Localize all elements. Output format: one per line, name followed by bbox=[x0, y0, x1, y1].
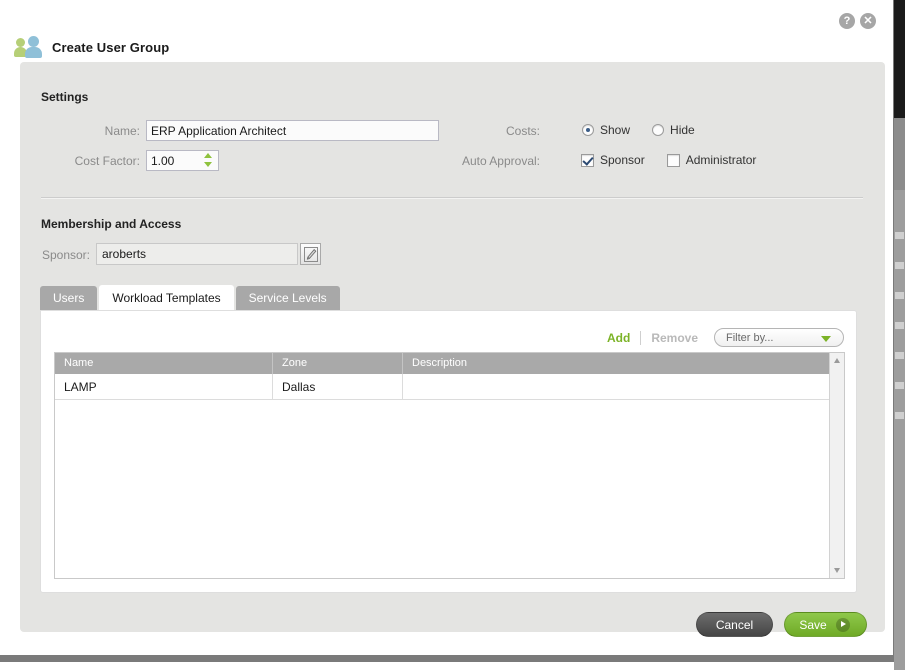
background-list-row bbox=[895, 232, 904, 239]
table-row[interactable]: LAMP Dallas bbox=[55, 374, 844, 400]
cell-zone: Dallas bbox=[273, 374, 403, 399]
auto-approval-sponsor-label: Sponsor bbox=[600, 153, 645, 167]
users-group-icon bbox=[14, 35, 44, 59]
membership-section-heading: Membership and Access bbox=[41, 217, 182, 231]
arrow-right-icon bbox=[835, 617, 850, 632]
create-user-group-dialog: ? ✕ Create User Group Settings Name: Cos… bbox=[0, 0, 894, 662]
background-list-row bbox=[895, 322, 904, 329]
background-mid-band bbox=[894, 118, 905, 190]
scroll-down-arrow-icon[interactable] bbox=[830, 563, 844, 578]
cost-factor-label: Cost Factor: bbox=[74, 154, 140, 168]
costs-radio-show[interactable] bbox=[582, 124, 594, 136]
background-page-strip bbox=[894, 0, 905, 670]
sponsor-label: Sponsor: bbox=[41, 248, 90, 262]
background-list-row bbox=[895, 262, 904, 269]
column-header-zone[interactable]: Zone bbox=[273, 353, 403, 374]
window-controls: ? ✕ bbox=[839, 13, 876, 29]
save-button[interactable]: Save bbox=[784, 612, 867, 637]
costs-radio-hide-label: Hide bbox=[670, 123, 695, 137]
costs-radio-hide[interactable] bbox=[652, 124, 665, 136]
table-toolbar: Add Remove Filter by... bbox=[597, 328, 844, 347]
pencil-glyph bbox=[304, 247, 318, 262]
sponsor-field-group bbox=[96, 243, 321, 265]
costs-radio-group: Show Hide bbox=[582, 123, 717, 137]
tab-service-levels[interactable]: Service Levels bbox=[235, 286, 340, 311]
workload-templates-panel: Add Remove Filter by... Name Zone Descri… bbox=[40, 310, 857, 593]
chevron-down-icon bbox=[821, 336, 831, 342]
pencil-edit-icon[interactable] bbox=[300, 243, 321, 265]
help-icon[interactable]: ? bbox=[839, 13, 855, 29]
costs-label: Costs: bbox=[505, 124, 540, 138]
name-input[interactable] bbox=[146, 120, 439, 141]
page-title: Create User Group bbox=[52, 39, 170, 55]
auto-approval-administrator-label: Administrator bbox=[685, 153, 757, 167]
scroll-up-arrow-icon[interactable] bbox=[830, 353, 844, 368]
tab-users[interactable]: Users bbox=[40, 286, 98, 311]
dialog-titlebar: ? ✕ Create User Group bbox=[0, 0, 894, 66]
cost-factor-spinner[interactable] bbox=[204, 153, 213, 168]
save-button-label: Save bbox=[799, 617, 827, 632]
tab-workload-templates[interactable]: Workload Templates bbox=[99, 285, 234, 311]
settings-section-heading: Settings bbox=[41, 90, 89, 104]
workload-templates-table: Name Zone Description LAMP Dallas bbox=[54, 352, 845, 579]
membership-tabs: Users Workload Templates Service Levels bbox=[40, 285, 342, 311]
add-button[interactable]: Add bbox=[597, 331, 640, 345]
background-list-row bbox=[895, 412, 904, 419]
spinner-down-icon[interactable] bbox=[204, 162, 212, 167]
background-list-row bbox=[895, 352, 904, 359]
close-icon[interactable]: ✕ bbox=[860, 13, 876, 29]
scroll-down-triangle bbox=[834, 568, 840, 573]
cost-factor-stepper[interactable] bbox=[146, 150, 219, 171]
costs-radio-show-label: Show bbox=[600, 123, 631, 137]
cancel-button[interactable]: Cancel bbox=[696, 612, 773, 637]
cell-description bbox=[403, 374, 844, 399]
table-header-row: Name Zone Description bbox=[55, 353, 844, 374]
auto-approval-checkbox-administrator[interactable] bbox=[666, 153, 680, 167]
background-list-row bbox=[895, 292, 904, 299]
auto-approval-checkbox-sponsor[interactable] bbox=[581, 153, 594, 167]
cell-name: LAMP bbox=[55, 374, 273, 399]
column-header-name[interactable]: Name bbox=[55, 353, 273, 374]
dialog-title-row: Create User Group bbox=[14, 35, 169, 59]
auto-approval-checkbox-group: Sponsor Administrator bbox=[581, 153, 778, 167]
cost-factor-input[interactable] bbox=[147, 151, 199, 170]
scroll-up-triangle bbox=[834, 358, 840, 363]
auto-approval-label: Auto Approval: bbox=[461, 154, 540, 168]
filter-by-dropdown[interactable]: Filter by... bbox=[714, 328, 844, 347]
column-header-description[interactable]: Description bbox=[403, 353, 844, 374]
section-divider bbox=[41, 197, 863, 199]
background-dark-band bbox=[894, 0, 905, 118]
remove-button[interactable]: Remove bbox=[641, 331, 708, 345]
table-vertical-scrollbar[interactable] bbox=[829, 353, 844, 578]
name-field-label: Name: bbox=[104, 124, 140, 138]
sponsor-input[interactable] bbox=[96, 243, 298, 265]
spinner-up-icon[interactable] bbox=[204, 153, 212, 158]
filter-by-value: Filter by... bbox=[726, 332, 774, 344]
background-list-row bbox=[895, 382, 904, 389]
dialog-footer: Cancel Save bbox=[696, 612, 867, 637]
